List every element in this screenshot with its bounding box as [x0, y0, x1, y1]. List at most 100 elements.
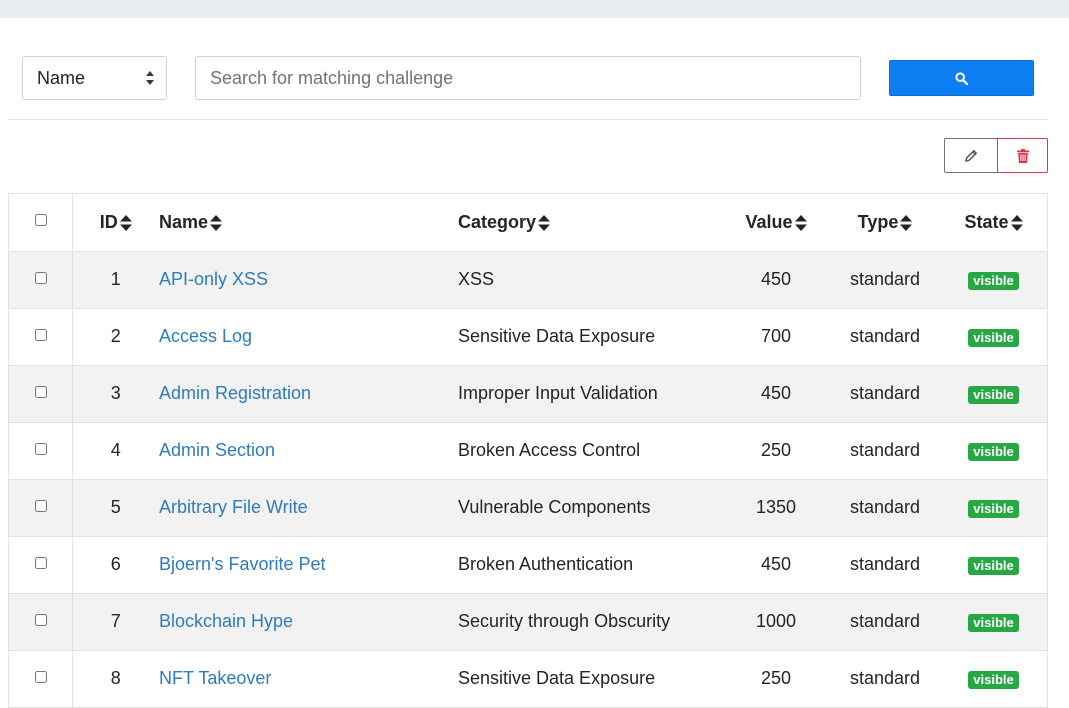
cell-category: Broken Authentication — [458, 554, 634, 574]
search-field-select[interactable]: Name — [22, 56, 167, 100]
cell-category: XSS — [458, 269, 495, 289]
cell-type: standard — [849, 497, 921, 517]
row-checkbox-cell — [9, 593, 73, 650]
header-type-label: Type — [857, 211, 899, 232]
header-name-label: Name — [159, 211, 209, 232]
row-checkbox-cell — [9, 479, 73, 536]
cell-value: 1350 — [755, 497, 797, 517]
sort-icon — [794, 215, 807, 231]
cell-state: visible — [940, 650, 1047, 707]
cell-category: Sensitive Data Exposure — [458, 668, 656, 689]
cell-id: 7 — [110, 611, 121, 631]
top-bar — [0, 0, 1069, 18]
bulk-edit-button[interactable] — [944, 138, 997, 173]
search-input[interactable] — [195, 56, 861, 100]
cell-state: visible — [940, 479, 1047, 536]
challenge-link[interactable]: Access Log — [159, 326, 252, 346]
select-all-checkbox[interactable] — [34, 214, 47, 226]
pencil-icon — [965, 149, 978, 162]
cell-value: 450 — [760, 554, 792, 574]
cell-type: standard — [849, 554, 921, 574]
row-checkbox[interactable] — [34, 328, 47, 341]
row-checkbox[interactable] — [34, 556, 47, 569]
challenges-table: ID Name Category Value Type State 1 API-… — [8, 193, 1048, 708]
table-row: 7 Blockchain Hype Security through Obscu… — [9, 593, 1047, 650]
header-state-label: State — [964, 211, 1009, 232]
table-row: 1 API-only XSS XSS 450 standard visible — [9, 251, 1047, 308]
cell-type: standard — [849, 440, 921, 460]
status-badge: visible — [968, 557, 1019, 575]
row-checkbox[interactable] — [34, 271, 47, 284]
select-arrows-icon — [146, 71, 154, 85]
cell-name: Admin Registration — [159, 365, 458, 422]
table-row: 6 Bjoern's Favorite Pet Broken Authentic… — [9, 536, 1047, 593]
cell-id: 2 — [110, 326, 121, 346]
cell-value: 250 — [760, 440, 792, 460]
bulk-action-group — [944, 138, 1048, 173]
sort-icon — [119, 215, 132, 231]
search-button[interactable] — [889, 60, 1034, 96]
select-all-cell — [9, 194, 73, 252]
challenge-link[interactable]: Admin Section — [159, 440, 275, 460]
bulk-delete-button[interactable] — [997, 138, 1048, 173]
challenge-link[interactable]: API-only XSS — [159, 269, 268, 289]
row-checkbox[interactable] — [34, 499, 47, 512]
cell-value: 450 — [760, 383, 792, 403]
cell-state: visible — [940, 593, 1047, 650]
search-icon — [955, 71, 968, 85]
row-checkbox-cell — [9, 365, 73, 422]
challenge-link[interactable]: NFT Takeover — [159, 668, 271, 688]
challenge-link[interactable]: Arbitrary File Write — [159, 497, 308, 517]
header-state[interactable]: State — [940, 194, 1047, 252]
table-row: 2 Access Log Sensitive Data Exposure 700… — [9, 308, 1047, 365]
cell-state: visible — [940, 251, 1047, 308]
row-checkbox-cell — [9, 308, 73, 365]
cell-state: visible — [940, 536, 1047, 593]
cell-category: Security through Obscurity — [458, 611, 671, 631]
row-checkbox-cell — [9, 422, 73, 479]
cell-type: standard — [849, 269, 921, 289]
header-type[interactable]: Type — [830, 194, 940, 252]
cell-name: Admin Section — [159, 422, 458, 479]
cell-state: visible — [940, 422, 1047, 479]
cell-name: Access Log — [159, 308, 458, 365]
header-value-label: Value — [745, 211, 793, 232]
cell-id: 6 — [110, 554, 121, 574]
sort-icon — [900, 215, 913, 231]
header-value[interactable]: Value — [722, 194, 830, 252]
cell-type: standard — [849, 668, 921, 689]
cell-category: Broken Access Control — [458, 440, 641, 460]
status-badge: visible — [968, 329, 1019, 347]
header-category-label: Category — [458, 211, 537, 232]
status-badge: visible — [968, 671, 1019, 690]
cell-category: Vulnerable Components — [458, 497, 651, 517]
cell-value: 700 — [760, 326, 792, 346]
cell-id: 8 — [110, 668, 121, 689]
search-field-value: Name — [37, 68, 86, 88]
sort-icon — [1010, 215, 1023, 231]
cell-category: Improper Input Validation — [458, 383, 658, 403]
challenge-link[interactable]: Admin Registration — [159, 383, 311, 403]
cell-value: 450 — [760, 269, 792, 289]
status-badge: visible — [968, 443, 1019, 461]
cell-name: Arbitrary File Write — [159, 479, 458, 536]
table-row: 3 Admin Registration Improper Input Vali… — [9, 365, 1047, 422]
header-category[interactable]: Category — [458, 194, 722, 252]
status-badge: visible — [968, 500, 1019, 518]
row-checkbox[interactable] — [34, 613, 47, 626]
header-name[interactable]: Name — [159, 194, 458, 252]
cell-name: NFT Takeover — [159, 650, 458, 707]
table-header-row: ID Name Category Value Type State — [9, 194, 1047, 252]
header-id-label: ID — [99, 211, 118, 232]
status-badge: visible — [968, 614, 1019, 632]
row-checkbox[interactable] — [34, 442, 47, 455]
challenge-link[interactable]: Blockchain Hype — [159, 611, 293, 631]
cell-state: visible — [940, 308, 1047, 365]
challenge-link[interactable]: Bjoern's Favorite Pet — [159, 554, 326, 574]
row-checkbox[interactable] — [34, 385, 47, 398]
sort-icon — [210, 215, 223, 231]
header-id[interactable]: ID — [72, 194, 159, 252]
cell-type: standard — [849, 326, 921, 346]
table-row: 5 Arbitrary File Write Vulnerable Compon… — [9, 479, 1047, 536]
cell-state: visible — [940, 365, 1047, 422]
